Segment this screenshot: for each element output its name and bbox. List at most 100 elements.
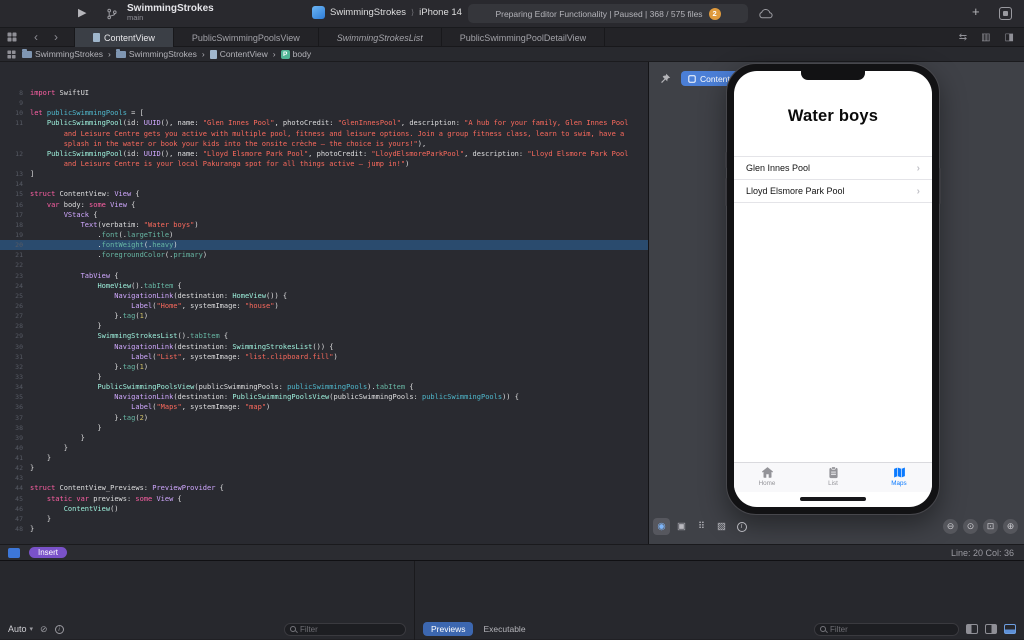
- code-line-23[interactable]: 23 TabView {: [0, 271, 648, 281]
- breadcrumb-item-SwimmingStrokes[interactable]: SwimmingStrokes: [22, 49, 103, 59]
- code-line-36[interactable]: 36 Label("Maps", systemImage: "map"): [0, 402, 648, 412]
- line-number[interactable]: 28: [0, 321, 30, 331]
- filter-scope-icon[interactable]: ⊘: [40, 624, 48, 635]
- line-number[interactable]: 12: [0, 149, 30, 159]
- swap-editor-icon[interactable]: ⇆: [959, 32, 967, 43]
- code-line-44[interactable]: 44 struct ContentView_Previews: PreviewPr…: [0, 483, 648, 493]
- variables-filter-field[interactable]: [284, 622, 406, 636]
- code-line-25[interactable]: 25 NavigationLink(destination: HomeView(…: [0, 291, 648, 301]
- line-number[interactable]: [0, 139, 30, 149]
- code-line-24[interactable]: 24 HomeView().tabItem {: [0, 281, 648, 291]
- line-number[interactable]: 25: [0, 291, 30, 301]
- code-line-28[interactable]: 28 }: [0, 321, 648, 331]
- line-number[interactable]: 23: [0, 271, 30, 281]
- editor-options-icon[interactable]: ▥: [981, 32, 990, 43]
- console-pane-toggle-icon[interactable]: [985, 624, 997, 634]
- variables-scope-dropdown[interactable]: Auto ▾: [8, 624, 33, 634]
- code-line-wrap[interactable]: and Leisure Centre is your local Pakuran…: [0, 159, 648, 169]
- breadcrumb-item-body[interactable]: Pbody: [280, 49, 311, 59]
- code-line-27[interactable]: 27 }.tag(1): [0, 311, 648, 321]
- code-line-35[interactable]: 35 NavigationLink(destination: PublicSwi…: [0, 392, 648, 402]
- code-line-21[interactable]: 21 .foregroundColor(.primary): [0, 250, 648, 260]
- line-number[interactable]: 19: [0, 230, 30, 240]
- code-line-26[interactable]: 26 Label("Home", systemImage: "house"): [0, 301, 648, 311]
- code-line-wrap[interactable]: splash in the water or book your kids in…: [0, 139, 648, 149]
- code-line-34[interactable]: 34 PublicSwimmingPoolsView(publicSwimmin…: [0, 382, 648, 392]
- line-number[interactable]: [0, 159, 30, 169]
- line-number[interactable]: 22: [0, 260, 30, 270]
- line-number[interactable]: 27: [0, 311, 30, 321]
- line-number[interactable]: 36: [0, 402, 30, 412]
- line-number[interactable]: 35: [0, 392, 30, 402]
- line-number[interactable]: 20: [0, 240, 30, 250]
- code-editor[interactable]: 8 import SwiftUI 9 10 let publicSwimmingPool…: [0, 62, 648, 544]
- code-line-48[interactable]: 48}: [0, 524, 648, 534]
- code-line-40[interactable]: 40 }: [0, 443, 648, 453]
- code-line-42[interactable]: 42}: [0, 463, 648, 473]
- line-number[interactable]: 10: [0, 108, 30, 118]
- ios-tab-List[interactable]: List: [800, 466, 866, 492]
- code-line-20[interactable]: 20 .fontWeight(.heavy): [0, 240, 648, 251]
- related-items-icon[interactable]: [7, 49, 16, 59]
- ios-tab-Home[interactable]: Home: [734, 466, 800, 492]
- code-line-41[interactable]: 41 }: [0, 453, 648, 463]
- code-line-38[interactable]: 38 }: [0, 423, 648, 433]
- code-line-39[interactable]: 39 }: [0, 433, 648, 443]
- code-line-47[interactable]: 47 }: [0, 514, 648, 524]
- code-line-37[interactable]: 37 }.tag(2): [0, 413, 648, 423]
- code-line-19[interactable]: 19 .font(.largeTitle): [0, 230, 648, 240]
- code-line-33[interactable]: 33 }: [0, 372, 648, 382]
- line-number[interactable]: 43: [0, 473, 30, 483]
- zoom-in-button[interactable]: ⊕: [1003, 519, 1018, 534]
- hide-debug-area-icon[interactable]: [1004, 624, 1016, 634]
- line-number[interactable]: [0, 129, 30, 139]
- line-number[interactable]: 44: [0, 483, 30, 493]
- line-number[interactable]: 26: [0, 301, 30, 311]
- xcode-cloud-icon[interactable]: [758, 9, 774, 19]
- editor-tab-PublicSwimmingPoolsView[interactable]: PublicSwimmingPoolsView: [174, 28, 319, 47]
- variables-filter-input[interactable]: [300, 624, 400, 634]
- zoom-actual-size-button[interactable]: ⊙: [963, 519, 978, 534]
- line-number[interactable]: 18: [0, 220, 30, 230]
- pool-list-item[interactable]: Lloyd Elsmore Park Pool ›: [734, 180, 932, 203]
- code-line-22[interactable]: 22: [0, 260, 648, 270]
- plus-button[interactable]: +: [972, 4, 980, 19]
- line-number[interactable]: 16: [0, 200, 30, 210]
- live-preview-button[interactable]: ◉: [653, 518, 670, 535]
- tabs-overview-icon[interactable]: [7, 32, 17, 42]
- code-line-45[interactable]: 45 static var previews: some View {: [0, 494, 648, 504]
- line-number[interactable]: 33: [0, 372, 30, 382]
- line-number[interactable]: 17: [0, 210, 30, 220]
- code-line-14[interactable]: 14: [0, 179, 648, 189]
- add-editor-icon[interactable]: ◨: [1005, 32, 1014, 43]
- line-number[interactable]: 40: [0, 443, 30, 453]
- line-number[interactable]: 15: [0, 189, 30, 199]
- line-number[interactable]: 21: [0, 250, 30, 260]
- line-number[interactable]: 14: [0, 179, 30, 189]
- run-button[interactable]: ▶: [78, 6, 86, 19]
- code-line-16[interactable]: 16 var body: some View {: [0, 200, 648, 210]
- line-number[interactable]: 47: [0, 514, 30, 524]
- line-number[interactable]: 39: [0, 433, 30, 443]
- code-line-15[interactable]: 15 struct ContentView: View {: [0, 189, 648, 199]
- code-line-17[interactable]: 17 VStack {: [0, 210, 648, 220]
- editor-tab-PublicSwimmingPoolDetailView[interactable]: PublicSwimmingPoolDetailView: [442, 28, 606, 47]
- code-line-18[interactable]: 18 Text(verbatim: "Water boys"): [0, 220, 648, 230]
- line-number[interactable]: 32: [0, 362, 30, 372]
- line-number[interactable]: 45: [0, 494, 30, 504]
- line-number[interactable]: 46: [0, 504, 30, 514]
- line-number[interactable]: 29: [0, 331, 30, 341]
- run-destination[interactable]: iPhone 14: [419, 7, 462, 18]
- code-line-9[interactable]: 9: [0, 98, 648, 108]
- library-icon[interactable]: [999, 7, 1012, 20]
- color-scheme-variants-button[interactable]: ▨: [713, 518, 730, 535]
- line-number[interactable]: 41: [0, 453, 30, 463]
- line-number[interactable]: 31: [0, 352, 30, 362]
- code-line-46[interactable]: 46 ContentView(): [0, 504, 648, 514]
- code-line-8[interactable]: 8 import SwiftUI: [0, 88, 648, 98]
- breadcrumb-item-SwimmingStrokes[interactable]: SwimmingStrokes: [115, 49, 197, 59]
- pool-list-item[interactable]: Glen Innes Pool ›: [734, 157, 932, 180]
- process-tab-Executable[interactable]: Executable: [475, 622, 533, 636]
- breadcrumb-item-ContentView[interactable]: ContentView: [209, 49, 268, 59]
- code-line-wrap[interactable]: and Leisure Centre gets you active with …: [0, 129, 648, 139]
